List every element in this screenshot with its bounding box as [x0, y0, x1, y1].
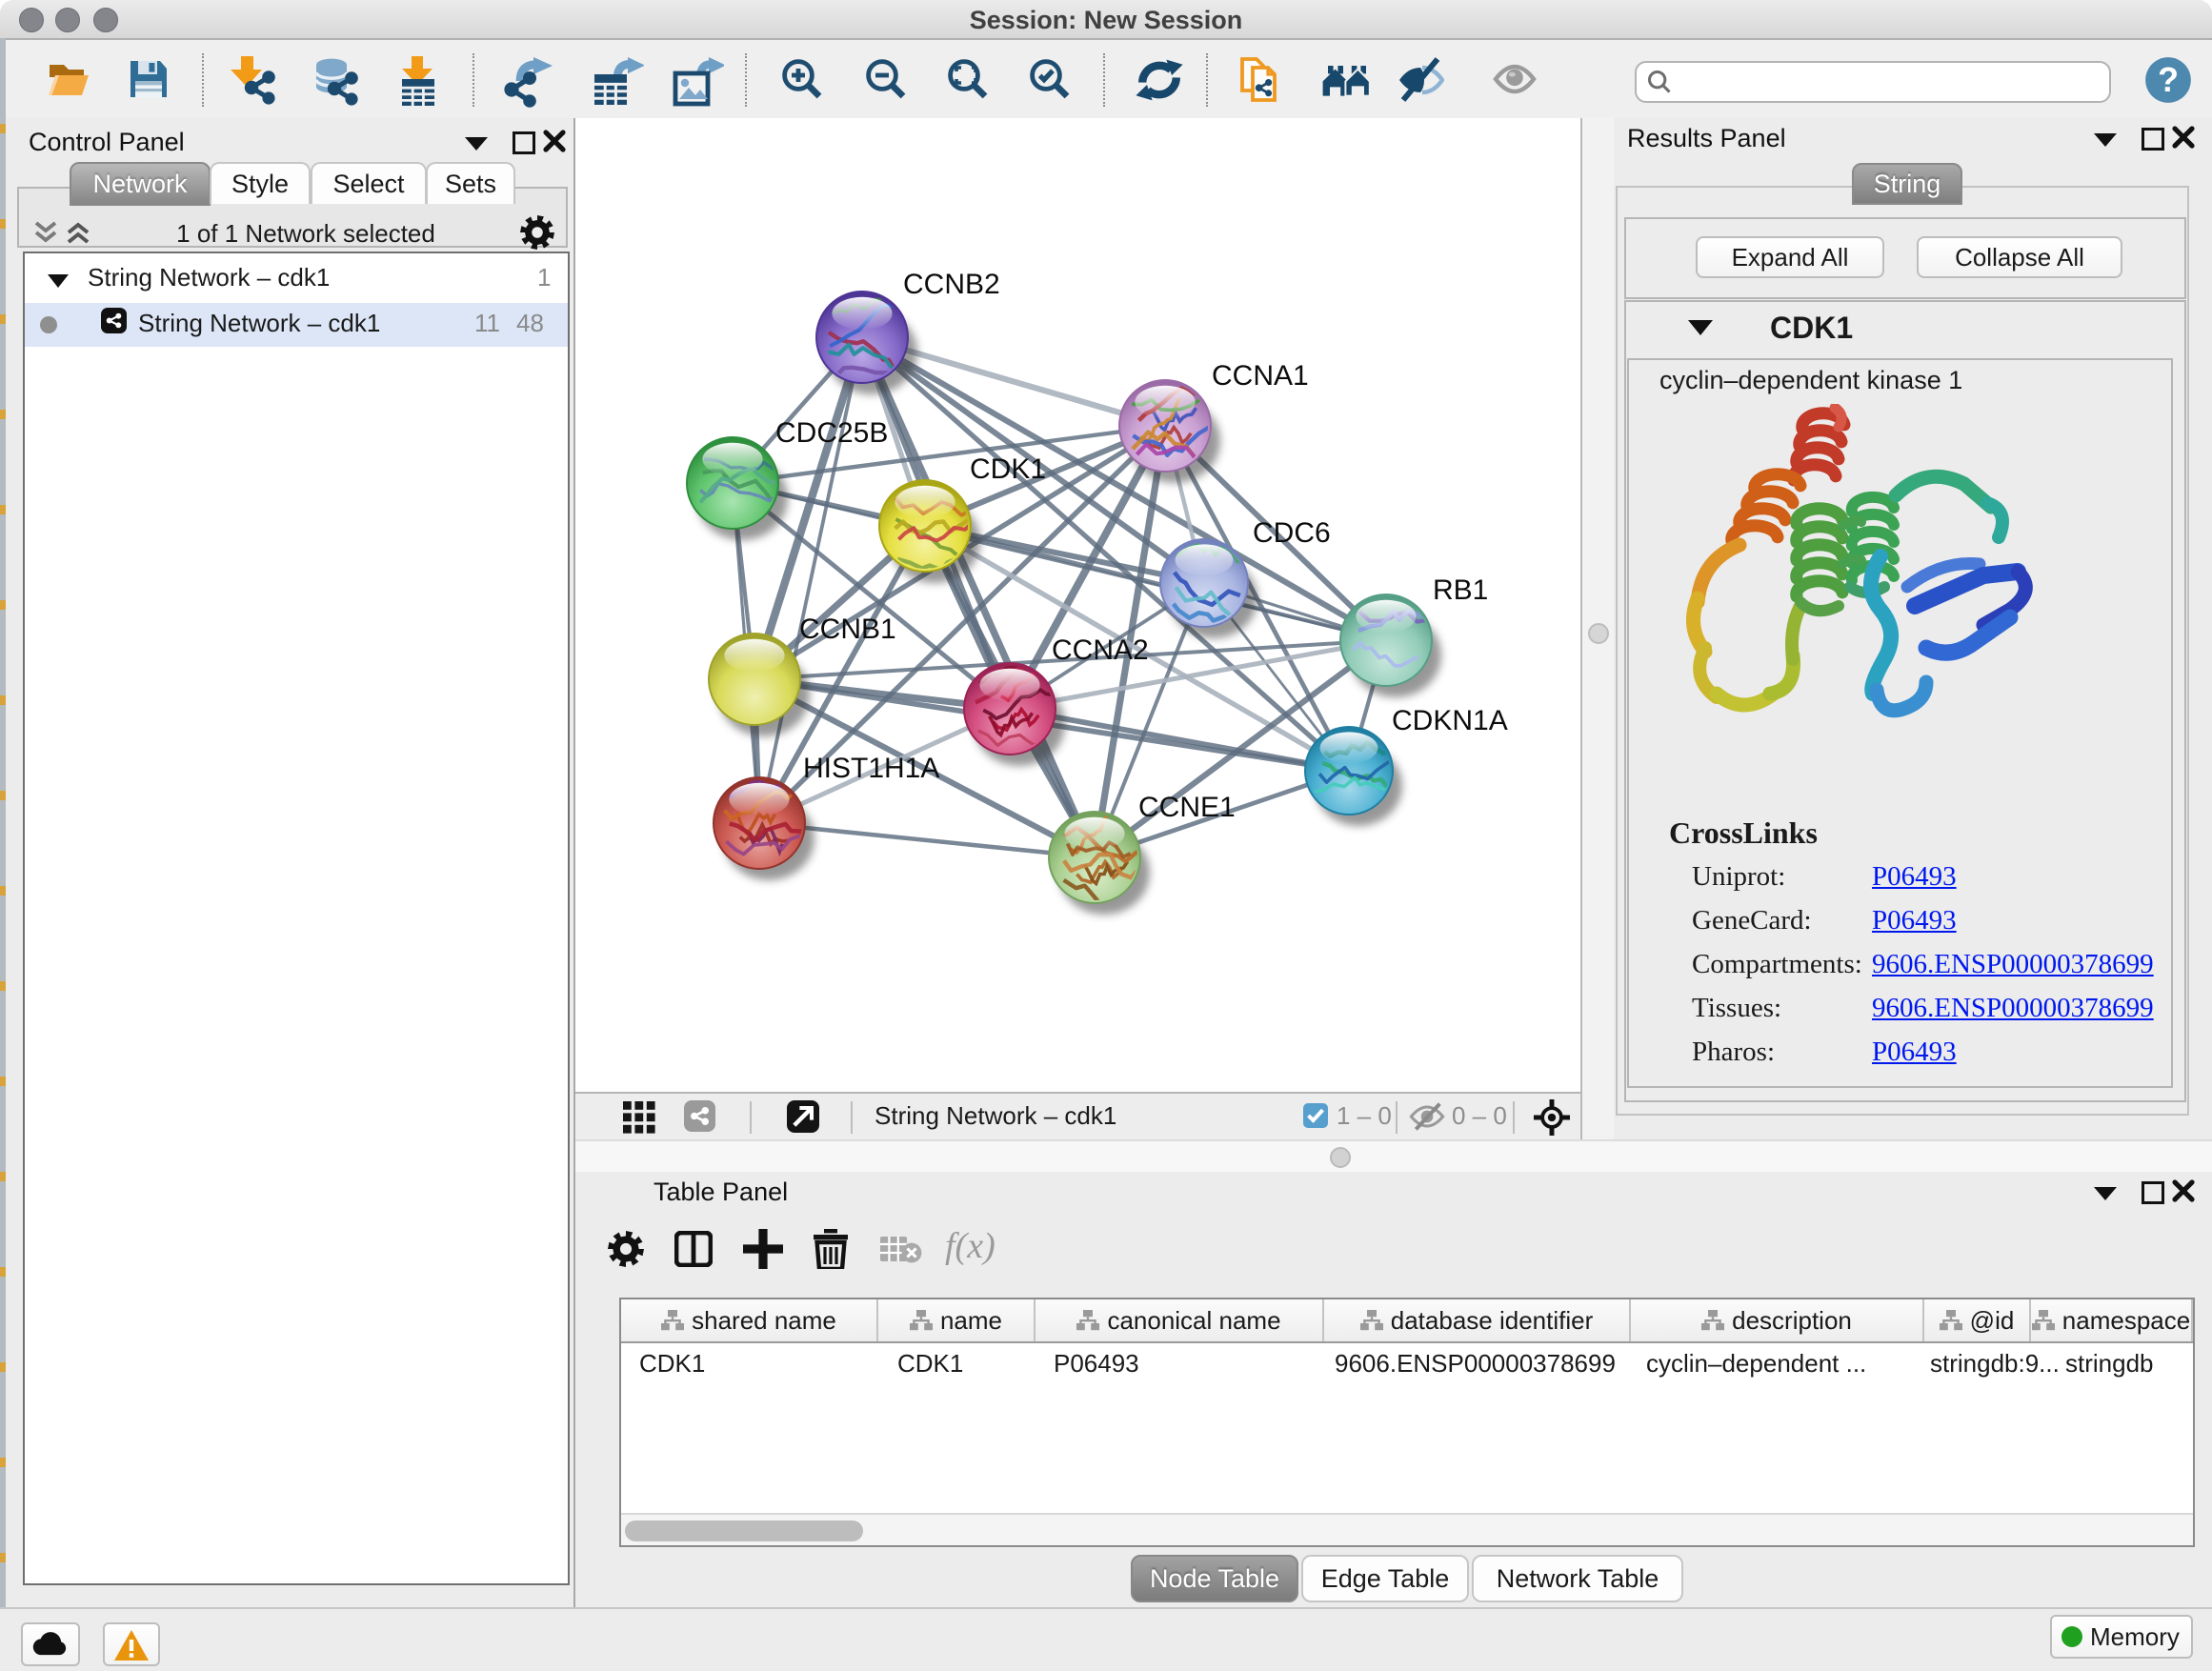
svg-text:RB1: RB1	[1433, 574, 1488, 606]
svg-text:CCNB2: CCNB2	[903, 269, 1000, 300]
svg-text:?: ?	[2158, 61, 2179, 99]
svg-text:CCNA2: CCNA2	[1052, 634, 1149, 666]
svg-text:CCNB1: CCNB1	[799, 614, 896, 645]
svg-text:CDKN1A: CDKN1A	[1392, 705, 1508, 736]
svg-text:CCNA1: CCNA1	[1212, 360, 1309, 392]
svg-text:CDK1: CDK1	[970, 453, 1046, 485]
svg-text:CDC25B: CDC25B	[775, 417, 888, 449]
svg-text:CDC6: CDC6	[1253, 517, 1331, 549]
svg-text:CCNE1: CCNE1	[1138, 792, 1236, 823]
svg-text:HIST1H1A: HIST1H1A	[803, 753, 939, 784]
